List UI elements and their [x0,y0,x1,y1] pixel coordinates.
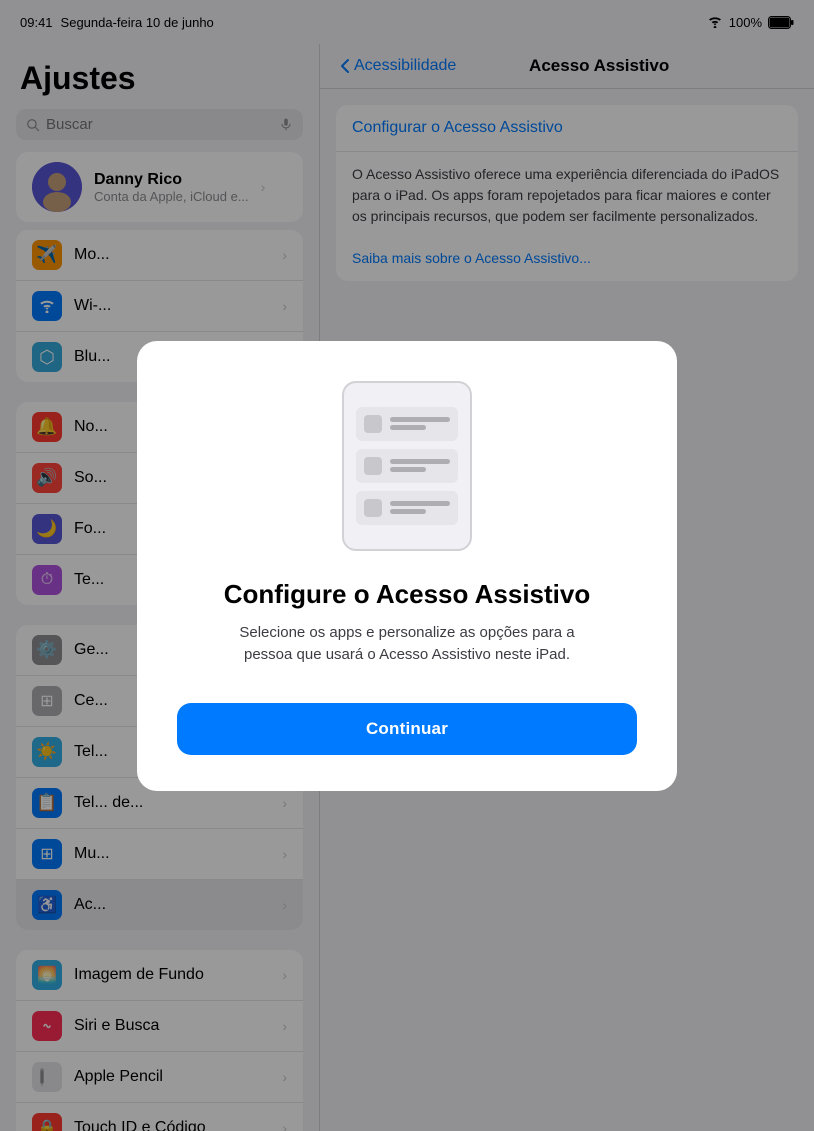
mock-text-1 [390,417,450,430]
mock-icon-1 [364,415,382,433]
mock-line-short [390,509,426,514]
mock-line [390,459,450,464]
modal-overlay: Configure o Acesso Assistivo Selecione o… [0,0,814,1131]
mock-line [390,417,450,422]
mock-line-short [390,467,426,472]
mock-row-2 [356,449,458,483]
mock-line-short [390,425,426,430]
mock-icon-2 [364,457,382,475]
continue-button[interactable]: Continuar [177,703,637,755]
mock-icon-3 [364,499,382,517]
modal: Configure o Acesso Assistivo Selecione o… [137,341,677,791]
mock-row-1 [356,407,458,441]
modal-description: Selecione os apps e personalize as opçõe… [217,622,597,667]
mock-line [390,501,450,506]
ipad-illustration [342,381,472,551]
mock-text-2 [390,459,450,472]
mock-text-3 [390,501,450,514]
mock-row-3 [356,491,458,525]
modal-title: Configure o Acesso Assistivo [224,579,591,610]
